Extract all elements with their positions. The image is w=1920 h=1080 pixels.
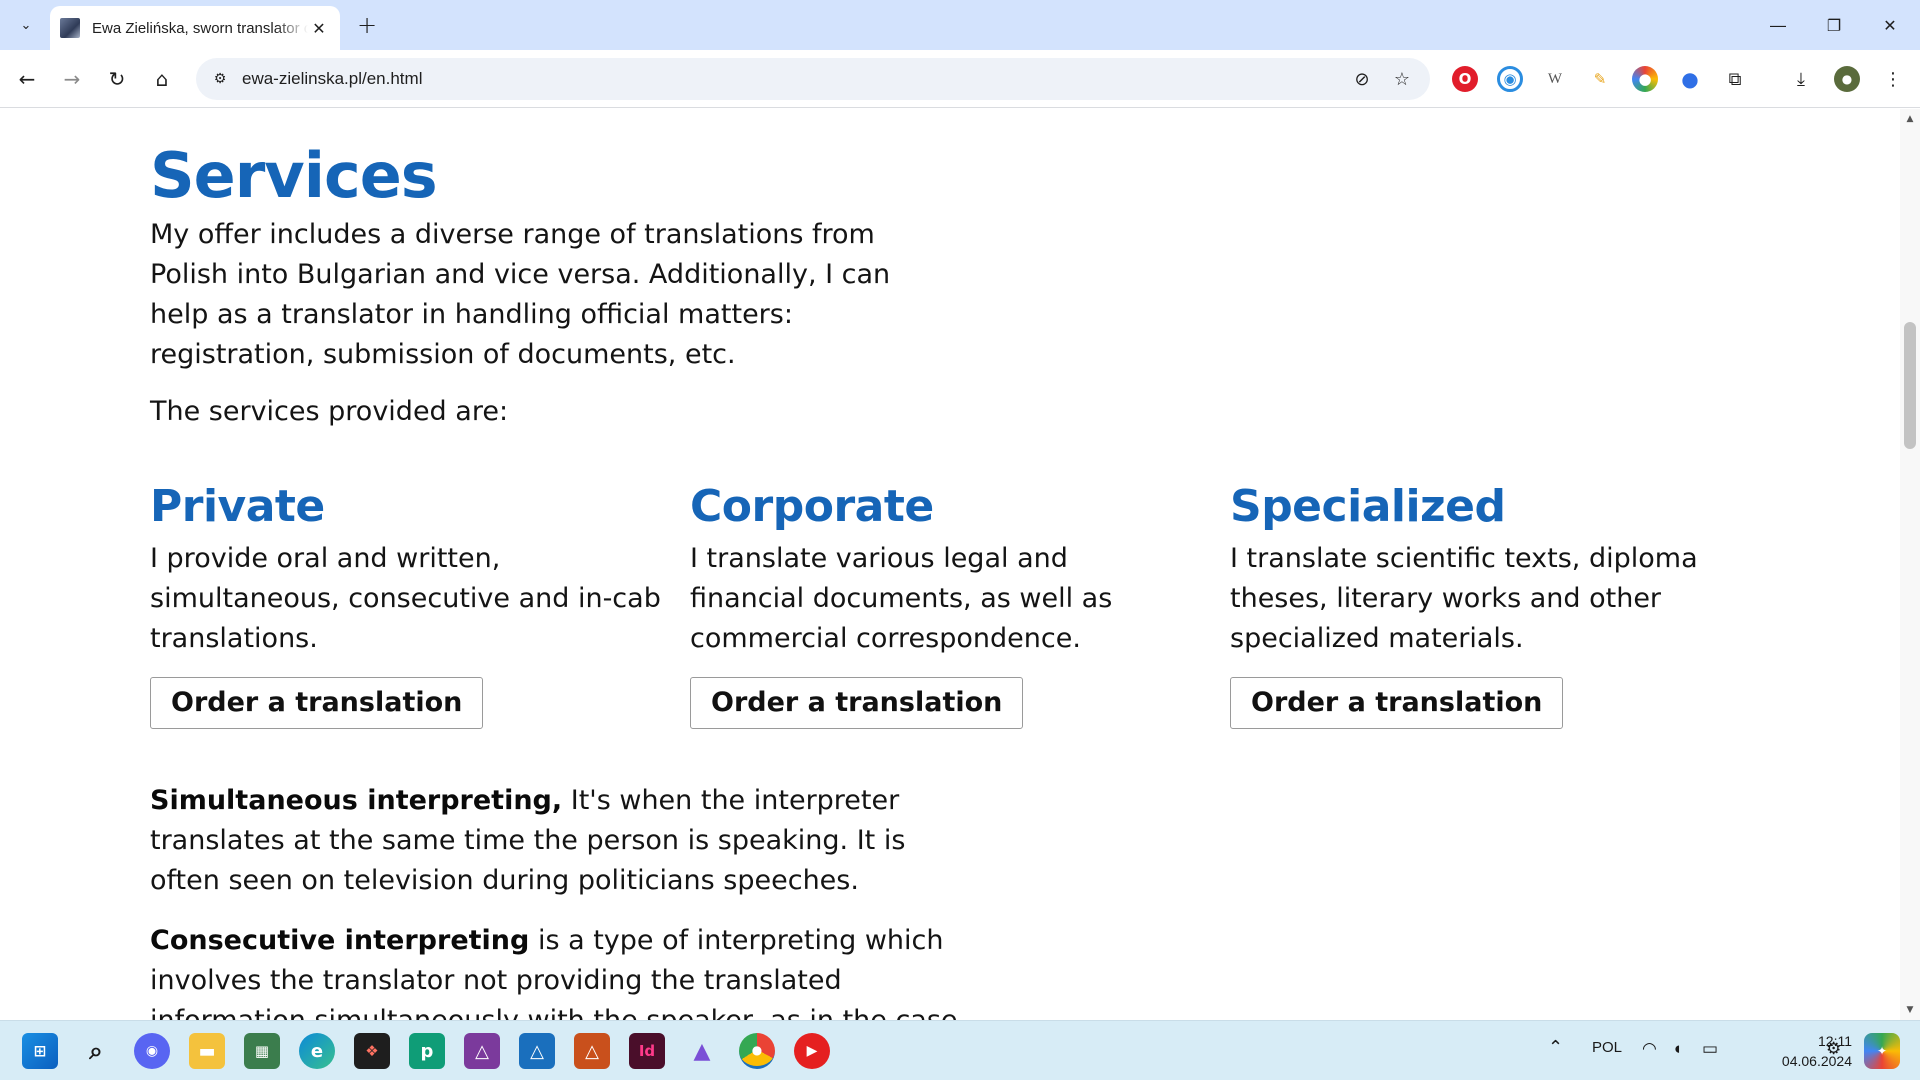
active-tab[interactable]: Ewa Zielińska, sworn translator of Bulga… — [50, 6, 340, 50]
services-lead: The services provided are: — [150, 396, 509, 427]
wifi-icon[interactable]: ◠ — [1642, 1039, 1657, 1059]
reload-icon[interactable]: ↻ — [100, 62, 134, 96]
affinity-publisher-icon[interactable]: △ — [574, 1033, 610, 1069]
site-info-icon[interactable]: ⚙ — [206, 65, 234, 93]
service-heading: Corporate — [690, 481, 934, 532]
language-indicator[interactable]: POL — [1592, 1039, 1622, 1056]
discord-icon[interactable]: ◉ — [134, 1033, 170, 1069]
notifications-icon[interactable]: ⚙ — [1826, 1039, 1841, 1059]
search-icon[interactable]: ⌕ — [78, 1033, 114, 1069]
service-description: I translate various legal and financial … — [690, 543, 1113, 654]
favicon-icon — [60, 18, 80, 38]
copilot-icon[interactable]: ✦ — [1864, 1033, 1900, 1069]
page-viewport: Services My offer includes a diverse ran… — [0, 109, 1900, 1020]
opera-extension-icon[interactable]: O — [1452, 66, 1478, 92]
indesign-icon[interactable]: Id — [629, 1033, 665, 1069]
figma-icon[interactable]: ❖ — [354, 1033, 390, 1069]
back-icon[interactable]: ← — [10, 62, 44, 96]
scroll-down-icon[interactable]: ▼ — [1900, 1000, 1920, 1020]
pycharm-icon[interactable]: p — [409, 1033, 445, 1069]
service-specialized: Specialized I translate scientific texts… — [1230, 479, 1730, 729]
tab-search-icon[interactable]: ⌄ — [10, 9, 42, 41]
avatar[interactable]: ● — [1834, 66, 1860, 92]
app-icon[interactable]: ▲ — [684, 1033, 720, 1069]
url-text[interactable]: ewa-zielinska.pl/en.html — [242, 69, 422, 89]
service-heading: Specialized — [1230, 481, 1506, 532]
service-private: Private I provide oral and written, simu… — [150, 479, 670, 729]
service-description: I translate scientific texts, diploma th… — [1230, 543, 1698, 654]
browser-toolbar: ← → ↻ ⌂ ⚙ ewa-zielinska.pl/en.html ⊘ ☆ O… — [0, 50, 1920, 108]
service-description: I provide oral and written, simultaneous… — [150, 543, 661, 654]
eye-off-icon[interactable]: ⊘ — [1348, 65, 1376, 93]
calendar-app-icon[interactable]: ▦ — [244, 1033, 280, 1069]
edge-icon[interactable]: e — [299, 1033, 335, 1069]
consecutive-paragraph: Consecutive interpreting is a type of in… — [150, 921, 960, 1020]
forward-icon[interactable]: → — [55, 62, 89, 96]
intro-text: My offer includes a diverse range of tra… — [150, 219, 891, 370]
pen-extension-icon[interactable]: ✎ — [1587, 66, 1613, 92]
plus-icon[interactable]: + — [352, 10, 382, 40]
order-translation-button[interactable]: Order a translation — [1230, 677, 1564, 729]
close-icon[interactable]: ✕ — [308, 17, 330, 39]
service-heading: Private — [150, 481, 325, 532]
battery-icon[interactable]: ▭ — [1702, 1039, 1718, 1059]
address-bar[interactable]: ⚙ ewa-zielinska.pl/en.html ⊘ ☆ — [196, 58, 1430, 100]
tab-strip: ⌄ Ewa Zielińska, sworn translator of Bul… — [0, 0, 1920, 50]
color-extension-icon[interactable]: ● — [1632, 66, 1658, 92]
scroll-up-icon[interactable]: ▲ — [1900, 109, 1920, 129]
scrollbar-thumb[interactable] — [1904, 322, 1916, 449]
chrome-icon[interactable]: ● — [739, 1033, 775, 1069]
puzzle-icon[interactable]: ⧉ — [1722, 66, 1748, 92]
service-corporate: Corporate I translate various legal and … — [690, 479, 1190, 729]
windows-taskbar: ⊞ ⌕ ◉ ▬ ▦ e ❖ p △ △ △ Id ▲ ● ▶ ⌃ POL ◠ ◖… — [0, 1020, 1920, 1080]
volume-icon[interactable]: ◖ — [1672, 1039, 1682, 1059]
order-translation-button[interactable]: Order a translation — [690, 677, 1024, 729]
minimize-icon[interactable]: ― — [1750, 0, 1806, 50]
home-icon[interactable]: ⌂ — [145, 62, 179, 96]
windows-start-icon[interactable]: ⊞ — [22, 1033, 58, 1069]
window-close-icon[interactable]: ✕ — [1862, 0, 1918, 50]
star-icon[interactable]: ☆ — [1388, 65, 1416, 93]
restore-icon[interactable]: ❐ — [1806, 0, 1862, 50]
wikipedia-extension-icon[interactable]: W — [1542, 66, 1568, 92]
dot-extension-icon[interactable]: ● — [1677, 66, 1703, 92]
target-extension-icon[interactable]: ◉ — [1497, 66, 1523, 92]
youtube-music-icon[interactable]: ▶ — [794, 1033, 830, 1069]
menu-icon[interactable]: ⋮ — [1880, 66, 1906, 92]
file-explorer-icon[interactable]: ▬ — [189, 1033, 225, 1069]
download-icon[interactable]: ⤓ — [1788, 66, 1814, 92]
simultaneous-term: Simultaneous interpreting, — [150, 785, 563, 816]
simultaneous-paragraph: Simultaneous interpreting, It's when the… — [150, 781, 960, 901]
affinity-designer-icon[interactable]: △ — [519, 1033, 555, 1069]
page-scrollbar[interactable]: ▲ ▼ — [1900, 109, 1920, 1020]
tab-title: Ewa Zielińska, sworn translator of Bulga… — [92, 19, 308, 37]
page-title: Services — [150, 139, 438, 212]
order-translation-button[interactable]: Order a translation — [150, 677, 484, 729]
affinity-photo-icon[interactable]: △ — [464, 1033, 500, 1069]
consecutive-term: Consecutive interpreting — [150, 925, 530, 956]
chevron-up-icon[interactable]: ⌃ — [1548, 1037, 1563, 1058]
